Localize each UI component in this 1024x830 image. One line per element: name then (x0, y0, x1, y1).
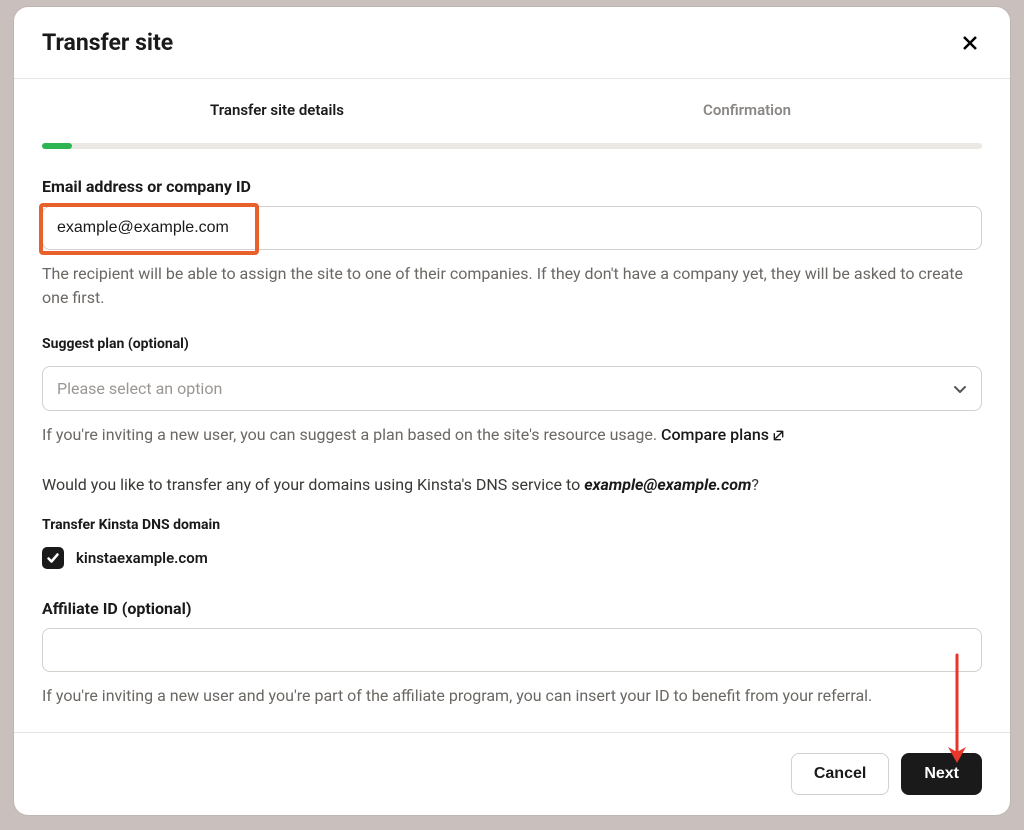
domain-label: kinstaexample.com (76, 549, 208, 567)
plan-select-wrapper: Please select an option (42, 366, 982, 411)
affiliate-section: Affiliate ID (optional) If you're inviti… (42, 599, 982, 708)
modal-footer: Cancel Next (14, 732, 1010, 815)
tab-details[interactable]: Transfer site details (42, 101, 512, 133)
close-button[interactable] (958, 31, 982, 55)
tab-confirmation[interactable]: Confirmation (512, 101, 982, 133)
affiliate-input[interactable] (42, 628, 982, 672)
plan-select[interactable]: Please select an option (42, 366, 982, 411)
dns-question: Would you like to transfer any of your d… (42, 473, 982, 497)
close-icon (962, 35, 978, 51)
modal-body: Transfer site details Confirmation Email… (14, 79, 1010, 732)
cancel-button[interactable]: Cancel (791, 753, 889, 795)
modal-title: Transfer site (42, 29, 173, 56)
check-icon (46, 551, 60, 565)
external-link-icon (772, 429, 785, 442)
modal-header: Transfer site (14, 7, 1010, 79)
plan-helper: If you're inviting a new user, you can s… (42, 423, 982, 447)
plan-label: Suggest plan (optional) (42, 336, 982, 352)
progress-track (42, 143, 982, 149)
email-label: Email address or company ID (42, 177, 982, 196)
tabs: Transfer site details Confirmation (42, 79, 982, 133)
next-button[interactable]: Next (901, 753, 982, 795)
dns-label: Transfer Kinsta DNS domain (42, 517, 982, 533)
affiliate-label: Affiliate ID (optional) (42, 599, 982, 618)
email-section: Email address or company ID The recipien… (42, 177, 982, 310)
domain-checkbox-row: kinstaexample.com (42, 547, 982, 569)
plan-section: Suggest plan (optional) Please select an… (42, 336, 982, 447)
email-helper: The recipient will be able to assign the… (42, 262, 982, 310)
transfer-site-modal: Transfer site Transfer site details Conf… (14, 7, 1010, 815)
email-input[interactable] (42, 206, 982, 250)
affiliate-helper: If you're inviting a new user and you're… (42, 684, 982, 708)
chevron-down-icon (953, 382, 967, 396)
email-input-wrapper (42, 206, 982, 250)
compare-plans-link[interactable]: Compare plans (661, 425, 785, 444)
dns-section: Would you like to transfer any of your d… (42, 473, 982, 569)
domain-checkbox[interactable] (42, 547, 64, 569)
progress-fill (42, 143, 72, 149)
plan-placeholder: Please select an option (57, 379, 222, 398)
